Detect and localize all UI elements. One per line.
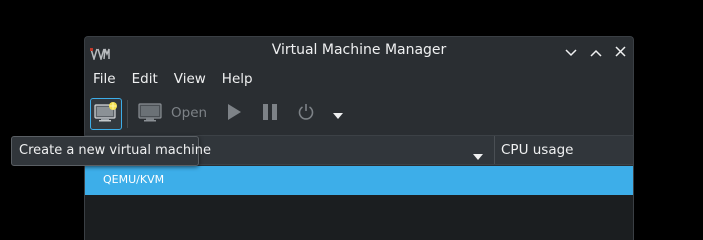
play-icon [225, 103, 243, 125]
table-row[interactable]: QEMU/KVM [85, 166, 633, 195]
power-icon [297, 103, 315, 125]
pause-icon [261, 103, 279, 125]
menu-edit[interactable]: Edit [124, 65, 166, 93]
vm-list-area[interactable] [85, 195, 633, 240]
run-button[interactable] [223, 104, 245, 124]
minimize-button[interactable] [561, 41, 581, 61]
close-button[interactable] [610, 41, 630, 61]
menu-file[interactable]: File [85, 65, 124, 93]
maximize-icon [590, 42, 602, 61]
new-vm-icon [94, 101, 118, 127]
tooltip: Create a new virtual machine [11, 136, 211, 166]
menu-bar: File Edit View Help [85, 65, 633, 93]
cpu-usage-column-header[interactable]: CPU usage [501, 142, 573, 158]
window-title: Virtual Machine Manager [271, 42, 447, 58]
column-separator[interactable] [494, 136, 495, 164]
menu-view[interactable]: View [166, 65, 214, 93]
connection-name: QEMU/KVM [103, 173, 165, 186]
new-vm-button[interactable] [90, 98, 122, 130]
menu-help[interactable]: Help [214, 65, 261, 93]
pause-button[interactable] [259, 104, 281, 124]
open-button[interactable] [137, 102, 163, 126]
sort-indicator-icon[interactable] [473, 146, 483, 165]
shutdown-button[interactable] [295, 104, 317, 124]
shutdown-menu-button[interactable] [329, 107, 347, 121]
minimize-icon [565, 42, 577, 61]
dropdown-arrow-icon [332, 105, 344, 124]
open-label[interactable]: Open [171, 105, 207, 121]
toolbar: Open [85, 93, 633, 135]
close-icon [614, 42, 626, 61]
monitor-icon [138, 101, 162, 127]
toolbar-separator [127, 100, 128, 128]
maximize-button[interactable] [586, 41, 606, 61]
title-bar[interactable]: Virtual Machine Manager [85, 37, 633, 65]
